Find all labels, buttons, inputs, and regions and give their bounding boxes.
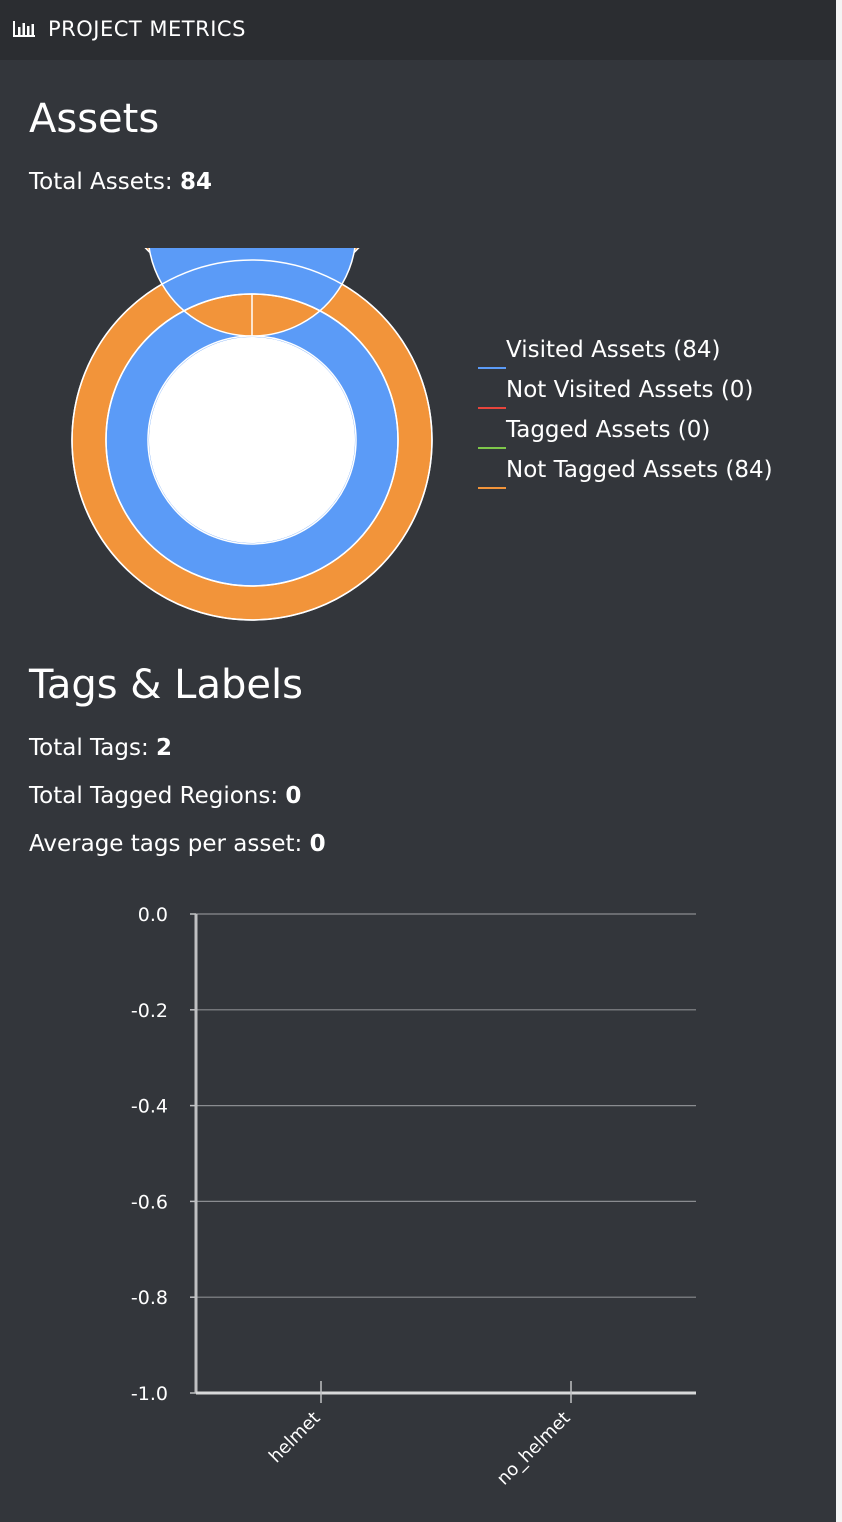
total-tagged-regions-label: Total Tagged Regions: [29, 783, 279, 809]
total-assets-label: Total Assets: [29, 169, 173, 195]
legend-item-not-visited[interactable]: Not Visited Assets (0) [478, 374, 773, 414]
y-tick-label: -0.4 [131, 1096, 168, 1118]
project-metrics-panel: PROJECT METRICS Assets Total Assets: 84 … [0, 0, 836, 1522]
legend-swatch [478, 447, 506, 449]
average-tags-value: 0 [309, 831, 326, 857]
y-tick-label: -0.2 [131, 1000, 168, 1022]
total-tagged-regions-value: 0 [285, 783, 302, 809]
panel-header: PROJECT METRICS [0, 0, 836, 60]
total-assets-stat: Total Assets: 84 [29, 169, 212, 195]
legend-label: Not Visited Assets (0) [506, 377, 754, 403]
y-tick-label: -0.6 [131, 1191, 168, 1213]
panel-title: PROJECT METRICS [48, 17, 246, 41]
legend-swatch [478, 367, 506, 369]
average-tags-label: Average tags per asset: [29, 831, 303, 857]
y-tick-label: -0.8 [131, 1287, 168, 1309]
assets-title: Assets [29, 96, 160, 142]
tags-bar-chart: 0.0 -0.2 -0.4 -0.6 -0.8 -1.0 helmet no_helmet [131, 904, 696, 1490]
assets-donut-chart [71, 248, 433, 621]
legend-label: Not Tagged Assets (84) [506, 457, 773, 483]
assets-legend: Visited Assets (84) Not Visited Assets (… [478, 334, 773, 494]
total-tagged-regions-stat: Total Tagged Regions: 0 [29, 783, 301, 809]
total-tags-label: Total Tags: [29, 735, 149, 761]
legend-label: Tagged Assets (0) [506, 417, 711, 443]
window-edge [836, 0, 842, 1522]
x-tick-label: helmet [265, 1408, 325, 1468]
donut-center [149, 337, 355, 543]
average-tags-stat: Average tags per asset: 0 [29, 831, 326, 857]
bar-chart-icon [13, 21, 35, 37]
legend-item-visited[interactable]: Visited Assets (84) [478, 334, 773, 374]
y-tick-label: 0.0 [138, 904, 168, 926]
legend-label: Visited Assets (84) [506, 337, 721, 363]
total-tags-stat: Total Tags: 2 [29, 735, 172, 761]
x-tick-label: no_helmet [493, 1408, 575, 1490]
tags-labels-title: Tags & Labels [29, 662, 303, 708]
total-tags-value: 2 [156, 735, 173, 761]
legend-swatch [478, 487, 506, 489]
legend-swatch [478, 407, 506, 409]
y-tick-label: -1.0 [131, 1383, 168, 1405]
total-assets-value: 84 [179, 169, 212, 195]
legend-item-not-tagged[interactable]: Not Tagged Assets (84) [478, 454, 773, 494]
legend-item-tagged[interactable]: Tagged Assets (0) [478, 414, 773, 454]
